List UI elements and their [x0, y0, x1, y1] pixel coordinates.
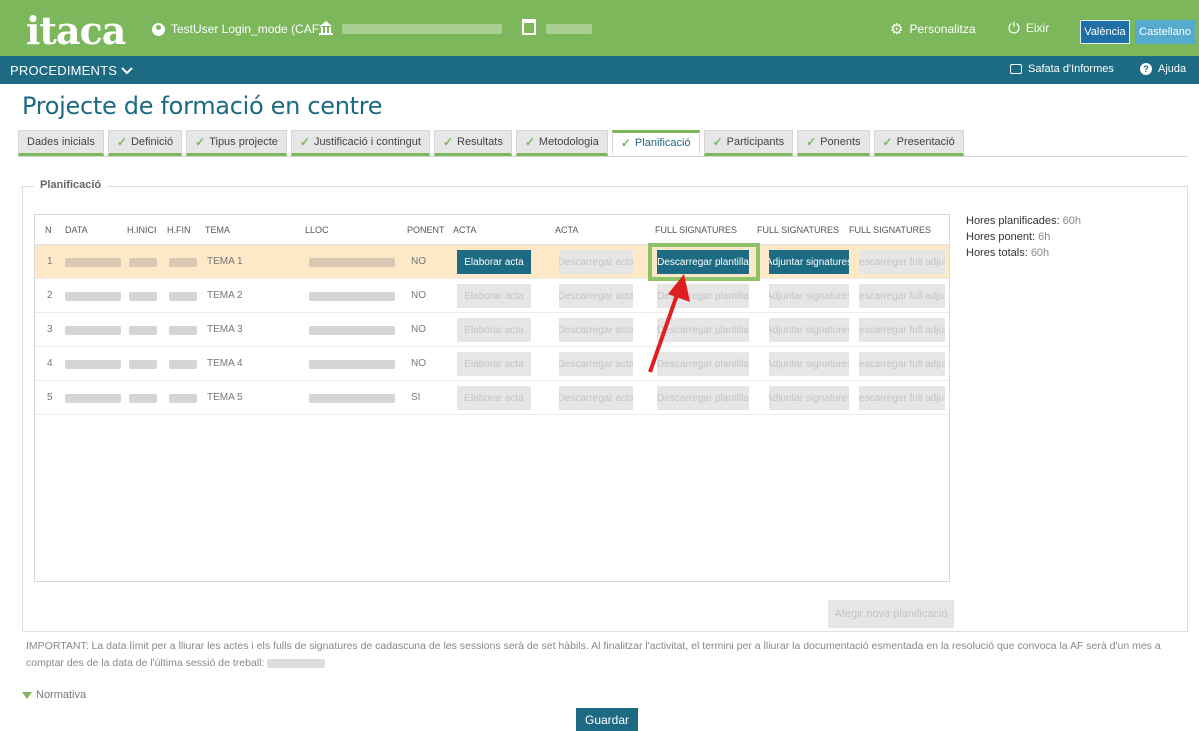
afegir-planificacio-button[interactable]: Afegir nova planificació — [828, 600, 954, 628]
important-notice: IMPORTANT: La data límit per a lliurar l… — [26, 638, 1186, 672]
normativa-label: Normativa — [36, 689, 87, 701]
hores-ponent: Hores ponent: 6h — [966, 231, 1051, 243]
last-session-date-blurred — [267, 658, 326, 668]
hores-planificades: Hores planificades: 60h — [966, 215, 1081, 227]
normativa-link[interactable]: Normativa — [22, 689, 86, 701]
important-text: IMPORTANT: La data límit per a lliurar l… — [26, 640, 1161, 669]
hours-summary: Hores planificades: 60h Hores ponent: 6h… — [966, 213, 1081, 261]
annotation-arrow — [648, 274, 690, 373]
hores-totals: Hores totals: 60h — [966, 247, 1050, 259]
download-icon — [22, 691, 32, 699]
guardar-button[interactable]: Guardar — [576, 708, 638, 731]
